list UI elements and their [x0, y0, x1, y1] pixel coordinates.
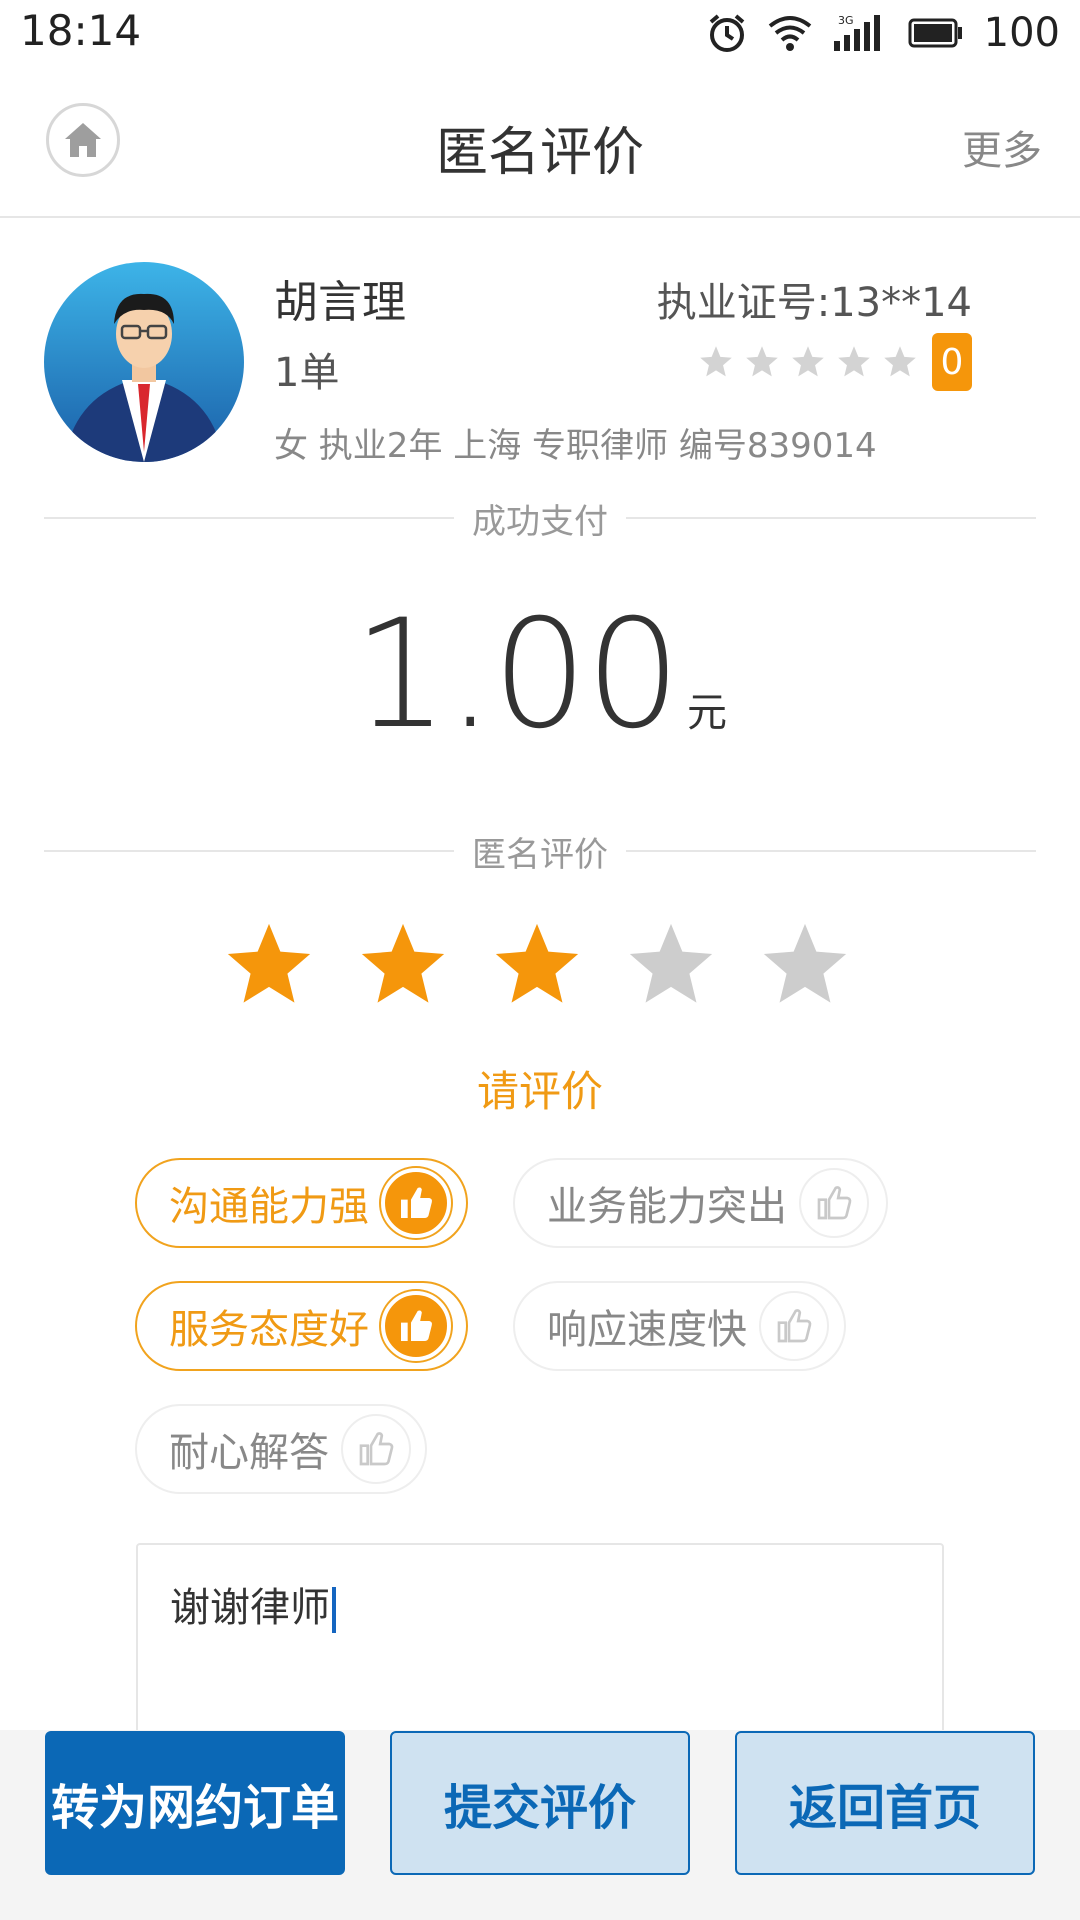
amount-unit: 元	[686, 690, 727, 736]
comment-text: 谢谢律师	[170, 1585, 330, 1631]
avatar	[44, 262, 244, 462]
wifi-icon	[768, 16, 811, 51]
rating-star-icon[interactable]	[758, 918, 852, 1012]
rating-star-icon[interactable]	[490, 918, 584, 1012]
rating-star-icon[interactable]	[624, 918, 718, 1012]
tag-response-speed[interactable]: 响应速度快	[513, 1281, 846, 1371]
review-divider: 匿名评价	[44, 829, 1036, 875]
lawyer-info: 女 执业2年 上海 专职律师 编号839014	[274, 426, 877, 466]
payment-section-label: 成功支付	[472, 501, 608, 542]
star-icon	[746, 346, 778, 377]
tag-label: 耐心解答	[169, 1430, 329, 1476]
star-rating	[222, 918, 852, 1012]
payment-divider: 成功支付	[44, 496, 1036, 542]
rating-star-icon[interactable]	[222, 918, 316, 1012]
review-section-label: 匿名评价	[472, 834, 608, 875]
return-home-button[interactable]: 返回首页	[735, 1731, 1035, 1875]
battery-percent: 100	[983, 10, 1060, 56]
payment-amount: 1.00 元	[0, 588, 1080, 762]
license-number: 执业证号:13**14	[656, 280, 972, 326]
star-icon	[700, 346, 732, 377]
tag-service-attitude[interactable]: 服务态度好	[135, 1281, 468, 1371]
tag-patient[interactable]: 耐心解答	[135, 1404, 427, 1494]
rate-prompt: 请评价	[476, 1067, 603, 1116]
nav-bar: 匿名评价 更多	[0, 66, 1080, 218]
order-count: 1单	[274, 350, 340, 396]
lawyer-rating: 0	[698, 333, 972, 391]
tag-communication[interactable]: 沟通能力强	[135, 1158, 468, 1248]
alarm-icon	[709, 14, 744, 52]
convert-order-button[interactable]: 转为网约订单	[45, 1731, 345, 1875]
tag-label: 沟通能力强	[169, 1184, 369, 1230]
status-icons: 3G 100	[706, 6, 1060, 60]
more-button[interactable]: 更多	[962, 118, 1042, 176]
signal-icon: 3G	[833, 14, 880, 51]
thumbs-up-icon	[341, 1414, 411, 1484]
thumbs-up-icon	[381, 1291, 451, 1361]
battery-icon	[908, 18, 962, 48]
thumbs-up-icon	[759, 1291, 829, 1361]
star-icon	[792, 346, 824, 377]
status-time: 18:14	[20, 6, 142, 55]
star-icon	[838, 346, 870, 377]
amount-value: 1.00	[353, 588, 681, 762]
tag-expertise[interactable]: 业务能力突出	[513, 1158, 888, 1248]
page-title: 匿名评价	[435, 123, 644, 183]
thumbs-up-icon	[799, 1168, 869, 1238]
text-cursor	[332, 1587, 336, 1633]
thumbs-up-icon	[381, 1168, 451, 1238]
rating-star-icon[interactable]	[356, 918, 450, 1012]
status-bar: 18:14 3G 100	[0, 0, 1080, 66]
svg-text:3G: 3G	[838, 14, 854, 27]
lawyer-name: 胡言理	[274, 277, 406, 328]
tag-label: 业务能力突出	[547, 1184, 787, 1230]
tag-label: 服务态度好	[169, 1307, 369, 1353]
submit-review-button[interactable]: 提交评价	[390, 1731, 690, 1875]
rating-count-badge: 0	[932, 333, 972, 391]
tag-label: 响应速度快	[547, 1307, 747, 1353]
star-icon	[884, 346, 916, 377]
